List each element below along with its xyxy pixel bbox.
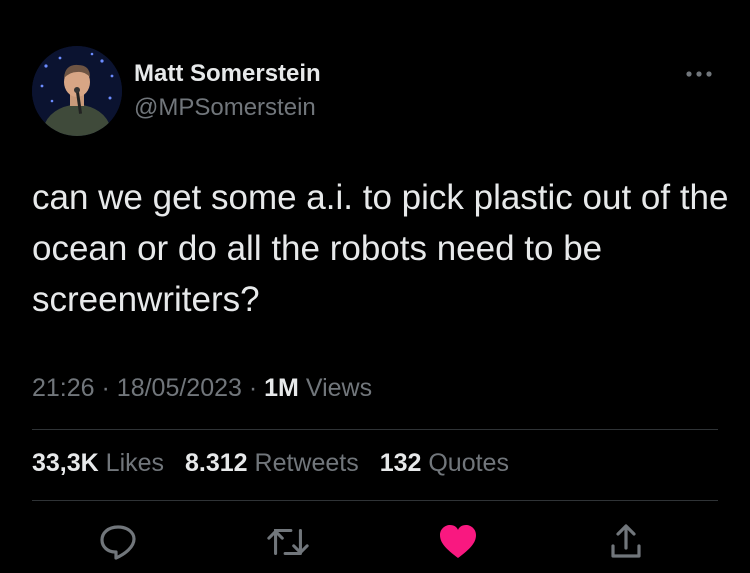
- author-name[interactable]: Matt Somerstein: [134, 60, 321, 88]
- tweet-date[interactable]: 18/05/2023: [117, 374, 242, 402]
- author-handle[interactable]: @MPSomerstein: [134, 94, 316, 122]
- share-button[interactable]: [604, 520, 648, 564]
- retweets-stat[interactable]: 8.312 Retweets: [185, 449, 359, 477]
- likes-label: Likes: [105, 449, 165, 477]
- likes-stat[interactable]: 33,3K Likes: [32, 449, 164, 477]
- meta-separator: ·: [248, 374, 265, 402]
- retweets-count: 8.312: [185, 449, 248, 477]
- quotes-label: Quotes: [428, 449, 509, 477]
- tweet-text: can we get some a.i. to pick plastic out…: [32, 178, 729, 319]
- reply-button[interactable]: [96, 520, 140, 564]
- reply-icon: [100, 525, 136, 560]
- retweet-icon: [267, 528, 309, 556]
- views-count: 1M: [264, 374, 299, 402]
- like-button[interactable]: [436, 520, 480, 564]
- divider: [32, 500, 718, 501]
- tweet-meta: 21:26 · 18/05/2023 · 1M Views: [32, 374, 372, 403]
- tweet-time[interactable]: 21:26: [32, 374, 95, 402]
- quotes-stat[interactable]: 132 Quotes: [380, 449, 509, 477]
- views-label: Views: [305, 374, 373, 402]
- engagement-stats: 33,3K Likes 8.312 Retweets 132 Quotes: [32, 449, 523, 478]
- more-options-icon[interactable]: [683, 66, 715, 82]
- meta-separator: ·: [101, 374, 117, 402]
- avatar-image: [32, 46, 122, 136]
- retweet-button[interactable]: [266, 520, 310, 564]
- heart-icon: [440, 525, 476, 558]
- avatar[interactable]: [32, 46, 122, 136]
- quotes-count: 132: [379, 449, 422, 477]
- divider: [32, 429, 718, 430]
- share-icon: [611, 524, 641, 558]
- likes-count: 33,3K: [32, 449, 99, 477]
- retweets-label: Retweets: [254, 449, 359, 477]
